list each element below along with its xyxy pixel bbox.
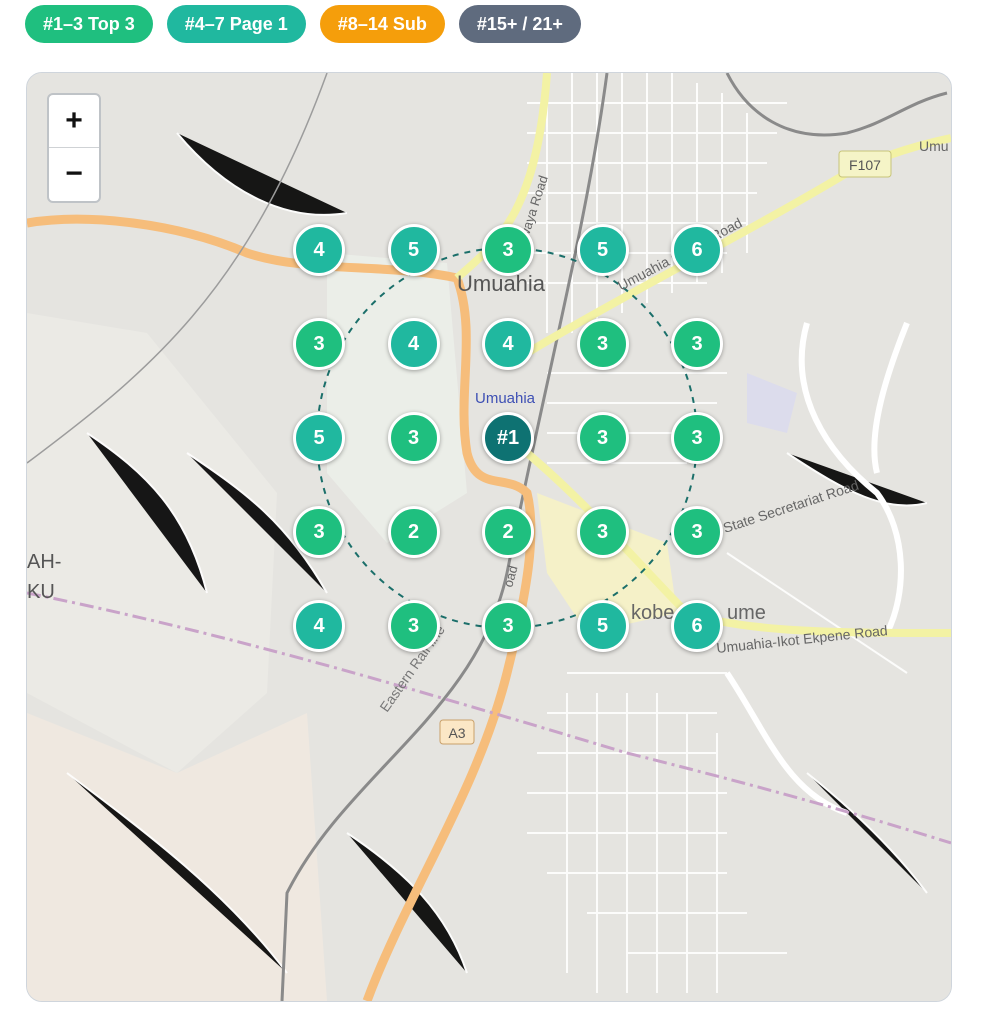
rank-marker-r4-c4[interactable]: 6 bbox=[671, 600, 723, 652]
rank-marker-r0-c1[interactable]: 5 bbox=[387, 224, 440, 276]
rank-marker-r0-c4[interactable]: 6 bbox=[671, 224, 723, 276]
rank-marker-r0-c3[interactable]: 5 bbox=[576, 224, 629, 276]
rank-grid: 4 5 3 5 6 3 4 4 3 3 5 3 #1 3 3 3 2 2 3 3 4 3 3 5 6 bbox=[27, 73, 951, 1001]
rank-marker-r3-c1[interactable]: 2 bbox=[387, 506, 440, 558]
legend-pill-sub[interactable]: #8–14 Sub bbox=[319, 5, 445, 43]
rank-marker-r3-c3[interactable]: 3 bbox=[576, 506, 629, 558]
rank-marker-r1-c1[interactable]: 4 bbox=[387, 318, 440, 370]
rank-marker-r1-c0[interactable]: 3 bbox=[293, 318, 345, 370]
rank-marker-r2-c1[interactable]: 3 bbox=[387, 412, 440, 464]
rank-legend: #1–3 Top 3 #4–7 Page 1 #8–14 Sub #15+ / … bbox=[25, 5, 581, 43]
rank-marker-r2-c4[interactable]: 3 bbox=[671, 412, 723, 464]
rank-marker-r1-c3[interactable]: 3 bbox=[576, 318, 629, 370]
legend-pill-beyond[interactable]: #15+ / 21+ bbox=[458, 5, 581, 43]
rank-marker-r3-c2[interactable]: 2 bbox=[482, 506, 534, 558]
legend-pill-top3[interactable]: #1–3 Top 3 bbox=[25, 5, 153, 43]
rank-marker-r2-c3[interactable]: 3 bbox=[576, 412, 629, 464]
rank-marker-r1-c4[interactable]: 3 bbox=[671, 318, 723, 370]
rank-marker-r0-c2[interactable]: 3 bbox=[482, 224, 534, 276]
rank-marker-r4-c0[interactable]: 4 bbox=[293, 600, 345, 652]
rank-marker-r1-c2[interactable]: 4 bbox=[482, 318, 534, 370]
rank-marker-r0-c0[interactable]: 4 bbox=[293, 224, 345, 276]
rank-marker-r4-c1[interactable]: 3 bbox=[387, 600, 440, 652]
rank-marker-r2-c0[interactable]: 5 bbox=[293, 412, 345, 464]
map-container[interactable]: A3 F107 Umuahia Umuahia Umuahia Ohafia R… bbox=[26, 72, 952, 1002]
legend-pill-page1[interactable]: #4–7 Page 1 bbox=[166, 5, 306, 43]
rank-marker-r3-c0[interactable]: 3 bbox=[293, 506, 345, 558]
rank-marker-r4-c2[interactable]: 3 bbox=[482, 600, 534, 652]
rank-marker-r4-c3[interactable]: 5 bbox=[576, 600, 629, 652]
rank-marker-r2-c2[interactable]: #1 bbox=[482, 412, 534, 464]
rank-marker-r3-c4[interactable]: 3 bbox=[671, 506, 723, 558]
